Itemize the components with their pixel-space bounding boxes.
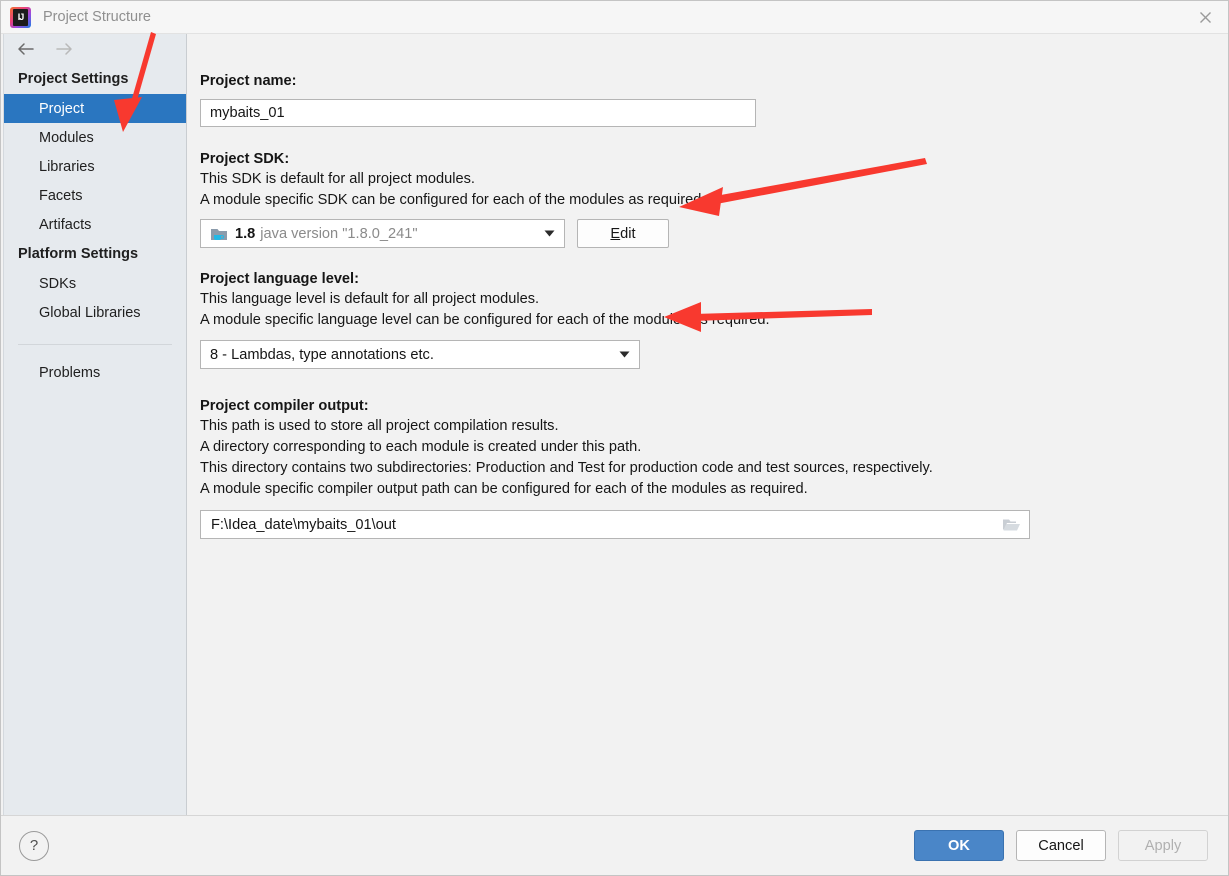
compiler-output-path-input[interactable]: F:\Idea_date\mybaits_01\out [200,510,1030,539]
project-sdk-description: java version "1.8.0_241" [260,225,418,242]
sidebar-item-project[interactable]: Project [4,94,186,123]
sidebar-item-modules[interactable]: Modules [4,123,186,152]
arrow-right-icon[interactable] [53,39,75,59]
dialog-footer: ? OK Cancel Apply [1,815,1228,875]
language-level-desc-line2: A module specific language level can be … [200,312,770,328]
compiler-output-path-value: F:\Idea_date\mybaits_01\out [211,516,396,533]
ok-button[interactable]: OK [914,830,1004,861]
edit-button-mnemonic: E [610,225,621,242]
sidebar-item-artifacts[interactable]: Artifacts [4,210,186,239]
sidebar-group-platform-settings: Platform Settings [18,246,139,262]
project-sdk-version: 1.8 [235,225,256,242]
edit-button-label: dit [620,225,636,242]
sidebar-item-label: Modules [39,129,94,146]
edit-sdk-button[interactable]: Edit [577,219,669,248]
arrow-left-icon[interactable] [15,39,37,59]
logo-mark: IJ [13,8,28,26]
sidebar-item-label: Libraries [39,158,95,175]
sidebar-item-facets[interactable]: Facets [4,181,186,210]
language-level-combo[interactable]: 8 - Lambdas, type annotations etc. [200,340,640,369]
compiler-output-desc-line2: A directory corresponding to each module… [200,439,642,455]
project-sdk-desc-line1: This SDK is default for all project modu… [200,171,475,187]
sidebar-item-libraries[interactable]: Libraries [4,152,186,181]
sidebar-item-label: Project [39,100,85,117]
project-sdk-desc-line2: A module specific SDK can be configured … [200,192,706,208]
apply-button-label: Apply [1144,837,1182,854]
navigation-bar [4,34,186,64]
chevron-down-icon[interactable] [534,220,564,247]
project-name-value: mybaits_01 [210,105,285,121]
compiler-output-desc-line1: This path is used to store all project c… [200,418,559,434]
dialog-body: Project Settings Project Modules Librari… [1,34,1228,815]
help-button-label: ? [29,837,39,854]
language-level-label: Project language level: [200,271,359,287]
cancel-button[interactable]: Cancel [1016,830,1106,861]
window-title: Project Structure [43,9,151,25]
sidebar-item-problems[interactable]: Problems [4,358,186,387]
sidebar-item-sdks[interactable]: SDKs [4,269,186,298]
sidebar-item-label: Global Libraries [39,304,141,321]
sidebar-item-global-libraries[interactable]: Global Libraries [4,298,186,327]
apply-button[interactable]: Apply [1118,830,1208,861]
language-level-value: 8 - Lambdas, type annotations etc. [210,346,434,363]
sidebar-group-project-settings: Project Settings [18,71,129,87]
question-mark-icon[interactable]: ? [19,830,49,861]
chevron-down-icon[interactable] [609,341,639,368]
folder-open-icon[interactable] [999,515,1023,535]
settings-sidebar: Project Settings Project Modules Librari… [4,34,187,815]
compiler-output-desc-line4: A module specific compiler output path c… [200,481,808,497]
cancel-button-label: Cancel [1038,837,1084,854]
project-settings-panel: Project name: mybaits_01 Project SDK: Th… [187,34,1228,815]
close-icon[interactable] [1182,1,1228,33]
project-sdk-combo[interactable]: 1.8 java version "1.8.0_241" [200,219,565,248]
sidebar-item-label: Artifacts [39,216,92,233]
intellij-idea-logo-icon: IJ [10,6,31,28]
project-sdk-label: Project SDK: [200,151,290,167]
compiler-output-desc-line3: This directory contains two subdirectori… [200,460,933,476]
sidebar-item-label: SDKs [39,275,77,292]
language-level-desc-line1: This language level is default for all p… [200,291,540,307]
compiler-output-label: Project compiler output: [200,398,369,414]
project-name-input[interactable]: mybaits_01 [200,99,756,127]
ok-button-label: OK [948,837,970,854]
project-structure-dialog: IJ Project Structure Project Settings Pr… [0,0,1229,876]
project-name-label: Project name: [200,73,297,89]
java-sdk-icon [211,228,227,240]
sidebar-item-label: Problems [39,364,101,381]
sidebar-item-label: Facets [39,187,83,204]
title-bar: IJ Project Structure [1,1,1228,34]
